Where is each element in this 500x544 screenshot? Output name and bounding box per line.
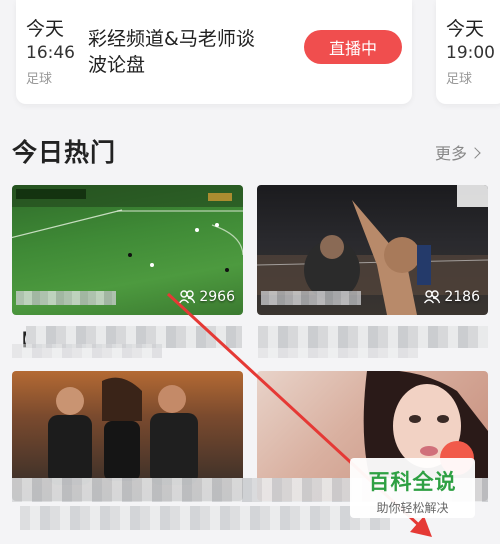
viewer-count-value: 2186 [444,289,480,305]
video-tile[interactable]: 2966 [12,185,243,315]
blurred-caption-line [258,344,418,358]
viewer-count: 2186 [424,289,480,305]
people-icon [424,290,441,304]
live-now-button[interactable]: 直播中 [304,30,402,64]
schedule-sport: 足球 [446,72,473,87]
people-icon [179,290,196,304]
schedule-time: 19:00 [446,43,495,63]
section-title: 今日热门 [12,138,117,167]
blurred-caption [20,506,390,530]
blurred-caption-line [12,344,162,358]
schedule-day: 今天 [446,18,485,40]
watermark-badge: 百科全说 助你轻松解决 [350,458,475,518]
blurred-title [261,291,361,305]
schedule-sport: 足球 [26,72,53,87]
video-tile[interactable]: 2186 [257,185,488,315]
watermark-subtitle: 助你轻松解决 [376,501,449,515]
next-schedule-card[interactable]: 今天 19:00 足球 [436,0,500,104]
chevron-right-icon [469,146,481,159]
viewer-count-value: 2966 [199,289,235,305]
schedule-title: 彩经频道&马老师谈波论盘 [88,28,255,76]
schedule-time: 16:46 [26,43,75,63]
watermark-title: 百科全说 [368,470,457,494]
live-schedule-card[interactable]: 今天 16:46 足球 彩经频道&马老师谈波论盘 直播中 [16,0,412,104]
more-label: 更多 [435,144,468,163]
blurred-title [16,291,116,305]
more-link[interactable]: 更多 [435,140,481,164]
schedule-day: 今天 [26,18,65,40]
viewer-count: 2966 [179,289,235,305]
